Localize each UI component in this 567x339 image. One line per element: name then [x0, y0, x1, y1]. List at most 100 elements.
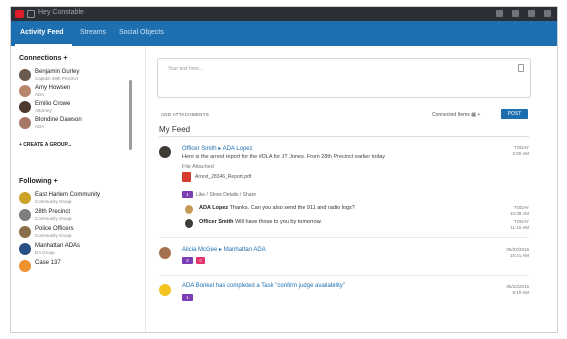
divider: [159, 275, 529, 276]
connection-item[interactable]: Amy Howsen ADA: [19, 85, 70, 97]
group-icon: [19, 226, 31, 238]
post-button[interactable]: POST: [501, 109, 528, 119]
group-item[interactable]: East Harlem Community Community Group: [19, 192, 100, 204]
divider: [159, 136, 529, 137]
timestamp-time: 2:00 AM: [512, 151, 529, 156]
avatar: [19, 85, 31, 97]
group-item[interactable]: Manhattan ADAs DA Group: [19, 243, 80, 255]
avatar: [185, 219, 193, 228]
connection-item[interactable]: Emilio Crowe Attorney: [19, 101, 70, 113]
reply-item: ADA Lopez Thanks. Can you also send the …: [185, 205, 355, 214]
reply-message: Thanks. Can you also send the 911 and ra…: [229, 205, 355, 211]
notifications-icon[interactable]: [496, 10, 503, 17]
add-attachments-link[interactable]: ADD ATTACHMENTS: [161, 112, 209, 117]
group-icon: [19, 209, 31, 221]
group-type: Community Group: [35, 233, 72, 238]
tab-streams[interactable]: Streams: [80, 29, 106, 36]
group-icon: [19, 243, 31, 255]
post-target-link[interactable]: ADA Lopez: [223, 146, 253, 152]
post-target-link[interactable]: Manhattan ADA: [224, 247, 266, 253]
avatar[interactable]: [159, 247, 171, 259]
group-item[interactable]: Police Officers Community Group: [19, 226, 74, 238]
compose-placeholder: Your text here...: [168, 66, 204, 72]
timestamp-time: 11:15 AM: [510, 225, 529, 230]
timestamp-time: 10:41 AM: [509, 253, 529, 258]
reply-message: Will have those to you by tomorrow.: [235, 219, 322, 225]
connected-items-toggle[interactable]: Connected Items ▦ +: [432, 112, 480, 118]
connection-role: ADA: [35, 124, 45, 129]
connection-role: ADA: [35, 92, 45, 97]
post-actions: 1: [182, 294, 193, 301]
app-window: Hey Constable Activity Feed Streams Soci…: [10, 6, 558, 333]
avatar: [19, 69, 31, 81]
post-text: has completed a Task "confirm judge avai…: [215, 283, 345, 289]
pdf-icon: [182, 172, 191, 182]
group-icon: [19, 192, 31, 204]
sidebar-divider: [145, 46, 146, 332]
main-content: Your text here... ADD ATTACHMENTS Connec…: [149, 46, 557, 332]
connection-name: Emilio Crowe: [35, 101, 71, 107]
connected-items-label: Connected Items: [432, 112, 470, 118]
tag-count-badge[interactable]: 2: [182, 257, 193, 264]
connection-item[interactable]: Benjamin Gurley Captain 28th Precinct: [19, 69, 79, 81]
connection-role: Captain 28th Precinct: [35, 76, 79, 81]
group-name: Case 137: [35, 260, 61, 266]
create-group-link[interactable]: + CREATE A GROUP...: [19, 142, 71, 148]
following-heading[interactable]: Following +: [19, 178, 58, 185]
messages-icon[interactable]: [512, 10, 519, 17]
avatar: [185, 205, 193, 214]
attach-icon[interactable]: [518, 64, 524, 72]
header-controls: [496, 10, 551, 17]
reply-item: Officer Smith Will have those to you by …: [185, 219, 322, 228]
compose-box[interactable]: Your text here...: [157, 58, 531, 98]
actions-links[interactable]: Like / Show Details / Share: [196, 192, 256, 198]
post-actions: 1 Like / Show Details / Share: [182, 191, 256, 198]
timestamp-time: 10:38 AM: [509, 211, 529, 216]
attachment[interactable]: Arrest_28346_Report.pdf: [182, 172, 251, 182]
reply-text: ADA Lopez Thanks. Can you also send the …: [199, 205, 355, 211]
file-attached-label: File Attached: [182, 164, 214, 170]
post-header: Officer Smith ▸ ADA Lopez: [182, 145, 253, 152]
share-icon[interactable]: <: [196, 257, 205, 264]
tab-activity-feed[interactable]: Activity Feed: [20, 29, 64, 36]
reply-author[interactable]: ADA Lopez: [199, 205, 228, 211]
post-timestamp: 05/22/2016 9:10 AM: [497, 284, 529, 296]
tag-count-badge[interactable]: 1: [182, 191, 193, 198]
sidebar-scrollbar[interactable]: [129, 80, 132, 150]
avatar[interactable]: [159, 284, 171, 296]
group-icon: [19, 260, 31, 272]
connections-heading[interactable]: Connections +: [19, 55, 67, 62]
post-author-link[interactable]: Officer Smith: [182, 146, 217, 152]
connection-name: Benjamin Gurley: [35, 69, 80, 75]
tag-count-badge[interactable]: 1: [182, 294, 193, 301]
connection-name: Amy Howsen: [35, 85, 71, 91]
menu-icon[interactable]: [27, 10, 35, 18]
top-header: Hey Constable: [11, 7, 557, 21]
post-author-link[interactable]: ADA Bonkel: [182, 283, 214, 289]
user-icon[interactable]: [544, 10, 551, 17]
post-author-link[interactable]: Alicia McGee: [182, 247, 217, 253]
group-name: East Harlem Community: [35, 192, 101, 198]
reply-timestamp: TODAY 10:38 AM: [497, 205, 529, 217]
reply-timestamp: TODAY 11:15 AM: [497, 219, 529, 231]
post-header: Alicia McGee ▸ Manhattan ADA: [182, 246, 266, 253]
sidebar: Connections + Benjamin Gurley Captain 28t…: [11, 46, 133, 332]
avatar: [19, 117, 31, 129]
group-item[interactable]: Case 137: [19, 260, 61, 272]
app-name: Hey Constable: [38, 9, 84, 16]
timestamp-time: 9:10 AM: [512, 290, 529, 295]
avatar[interactable]: [159, 146, 171, 158]
group-type: Community Group: [35, 216, 72, 221]
post-header: ADA Bonkel has completed a Task "confirm…: [182, 283, 345, 289]
group-name: 28th Precinct: [35, 209, 71, 215]
connection-item[interactable]: Blondine Dawson ADA: [19, 117, 82, 129]
reply-author[interactable]: Officer Smith: [199, 219, 234, 225]
tab-social-objects[interactable]: Social Objects: [119, 29, 164, 36]
connection-role: Attorney: [35, 108, 52, 113]
feed-title: My Feed: [159, 125, 191, 134]
settings-icon[interactable]: [528, 10, 535, 17]
group-item[interactable]: 28th Precinct Community Group: [19, 209, 72, 221]
group-name: Manhattan ADAs: [35, 243, 81, 249]
app-logo[interactable]: [15, 10, 24, 18]
post-text: Here is the arrest report for the #DLA f…: [182, 154, 386, 160]
